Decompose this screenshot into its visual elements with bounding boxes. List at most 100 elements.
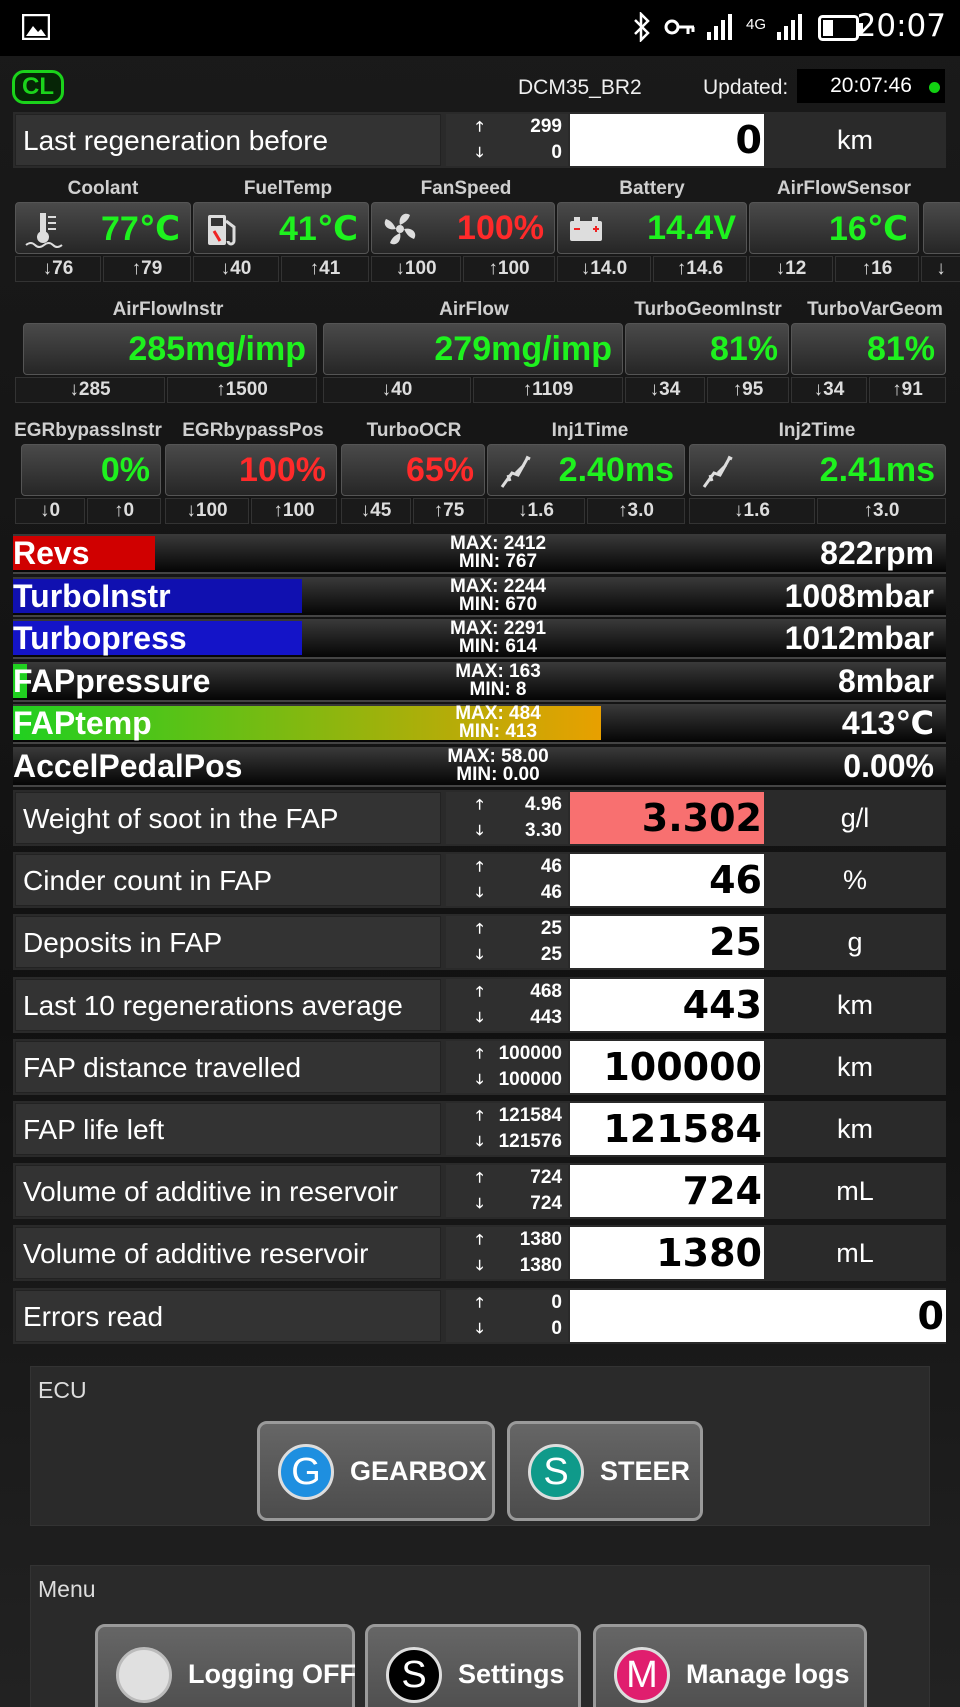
gauge-min-value: 14.0: [590, 258, 628, 279]
bar-value: 0.00%: [843, 748, 934, 784]
row-value: 100000: [570, 1040, 764, 1093]
gauge-min-value: 285: [78, 379, 111, 400]
gauge-airflowsensor[interactable]: 16℃: [749, 202, 919, 254]
bar-revs[interactable]: Revs MAX: 2412 MIN: 767 822rpm: [13, 534, 946, 574]
gauge-egrbypasspos[interactable]: 100%: [165, 444, 337, 496]
gauge-airflow[interactable]: 279mg/imp: [323, 323, 623, 375]
gauge-fueltemp[interactable]: 41℃: [193, 202, 369, 254]
gauge-value: 14.4V: [647, 209, 736, 247]
gauge-value: 81%: [709, 330, 778, 368]
fap-row[interactable]: FAP life left 🡑 🡓 121584 121576 121584 km: [13, 1101, 946, 1157]
fap-row[interactable]: Volume of additive in reservoir 🡑 🡓 724 724 7…: [13, 1163, 946, 1220]
gauge-name: AirFlow: [439, 299, 509, 320]
gauge-value: 100%: [239, 451, 326, 489]
row-unit: g: [847, 927, 863, 958]
gauge-inj1time[interactable]: 2.40ms: [487, 444, 685, 496]
fap-row[interactable]: Volume of additive reservoir 🡑 🡓 1380 1380 13…: [13, 1225, 946, 1282]
gauge-name: FanSpeed: [420, 178, 512, 199]
mode-badge[interactable]: CL: [12, 70, 64, 104]
row-unit: mL: [836, 1176, 874, 1207]
button-label: Manage logs: [686, 1659, 850, 1689]
gauge-min-value: 100: [195, 500, 228, 521]
logging-toggle-button[interactable]: Logging OFF: [95, 1624, 356, 1707]
button-label: STEER: [600, 1456, 691, 1486]
row-unit: %: [842, 865, 867, 896]
menu-panel: Menu Logging OFF S Settings M Manage log…: [30, 1565, 930, 1707]
gauge-max: ↑91: [869, 377, 946, 403]
row-max: 4.96: [525, 794, 562, 815]
bar-label: Revs: [13, 535, 90, 571]
gauge-turbogeominstr[interactable]: 81%: [625, 323, 789, 375]
min-max-box: 🡑 🡓 100000 100000: [446, 1040, 568, 1093]
row-max: 121584: [498, 1105, 562, 1126]
fap-row[interactable]: Errors read 🡑 🡓 0 0 0: [13, 1287, 946, 1344]
bar-value: 1008mbar: [784, 578, 934, 614]
row-label: FAP distance travelled: [15, 1040, 441, 1093]
network-type-label: 4G: [746, 16, 767, 33]
fap-row[interactable]: Deposits in FAP 🡑 🡓 25 25 25 g: [13, 914, 946, 971]
row-value: 25: [570, 916, 764, 969]
gauge-min: ↓0: [15, 498, 85, 524]
bar-min: MIN: 413: [458, 721, 538, 742]
bar-accelpedalpos[interactable]: AccelPedalPos MAX: 58.00 MIN: 0.00 0.00%: [13, 747, 946, 787]
gauge-turbovargeom[interactable]: 81%: [791, 323, 946, 375]
gauge-coolant[interactable]: 77℃: [15, 202, 191, 254]
gauge-fanspeed[interactable]: 100%: [371, 202, 555, 254]
gearbox-button[interactable]: G GEARBOX: [257, 1421, 495, 1521]
fap-row[interactable]: FAP distance travelled 🡑 🡓 100000 100000 1000…: [13, 1038, 946, 1095]
bar-turbopress[interactable]: Turbopress MAX: 2291 MIN: 614 1012mbar: [13, 619, 946, 659]
steer-letter-icon: S: [528, 1444, 584, 1500]
settings-button[interactable]: S Settings: [365, 1624, 581, 1707]
last-regeneration-row[interactable]: Last regeneration before 🡑 🡓 299 0 0 km: [13, 112, 946, 168]
row-min: 0: [551, 1317, 562, 1339]
gauge-min-value: 12: [785, 258, 807, 279]
manage-logs-button[interactable]: M Manage logs: [593, 1624, 867, 1707]
fap-row[interactable]: Weight of soot in the FAP 🡑 🡓 4.96 3.30 3.302…: [13, 790, 946, 846]
row-label: Deposits in FAP: [15, 916, 441, 969]
row-label: Volume of additive reservoir: [15, 1227, 441, 1280]
row-value: 3.302: [570, 792, 764, 844]
gauge-partial: [923, 202, 960, 254]
gauge-min-value: 0: [49, 500, 61, 521]
gauge-max-value: 100: [497, 258, 530, 279]
gauge-inj2time[interactable]: 2.41ms: [689, 444, 946, 496]
row-value: 1380: [570, 1227, 764, 1280]
ecu-panel: ECU G GEARBOX S STEER: [30, 1366, 930, 1526]
arrow-down-icon: 🡓: [476, 1319, 484, 1336]
gauge-max: ↑1500: [167, 377, 317, 403]
gauge-row-2: AirFlowInstr 285mg/imp ↓285 ↑1500 AirFlo…: [13, 293, 960, 405]
bar-faptemp[interactable]: FAPtemp MAX: 484 MIN: 413 413℃: [13, 704, 946, 744]
row-value: 0: [570, 114, 764, 166]
updated-time: 20:07:46: [797, 69, 945, 103]
gauge-max-value: 3.0: [627, 500, 654, 521]
gauge-value: 77℃: [101, 210, 180, 248]
arrow-down-icon: 🡓: [476, 1008, 484, 1025]
app-header: CL DCM35_BR2 Updated: 20:07:46: [0, 58, 960, 112]
fap-row[interactable]: Last 10 regenerations average 🡑 🡓 468 443 443…: [13, 976, 946, 1033]
row-value: 46: [570, 854, 764, 907]
row-label: Errors read: [15, 1289, 441, 1342]
bar-turboinstr[interactable]: TurboInstr MAX: 2244 MIN: 670 1008mbar: [13, 577, 946, 617]
gauge-max-value: 100: [282, 500, 315, 521]
gauge-turboocr[interactable]: 65%: [341, 444, 485, 496]
fap-row[interactable]: Cinder count in FAP 🡑 🡓 46 46 46%: [13, 852, 946, 909]
steer-button[interactable]: S STEER: [507, 1421, 703, 1521]
gauge-max: ↑95: [707, 377, 789, 403]
bar-label: TurboInstr: [13, 578, 171, 614]
row-max: 100000: [498, 1042, 562, 1064]
gauge-name: Coolant: [67, 178, 139, 199]
gauge-min: ↓34: [791, 377, 867, 403]
row-min: 46: [540, 882, 562, 904]
row-unit: mL: [836, 1238, 874, 1269]
gauge-airflowinstr[interactable]: 285mg/imp: [23, 323, 317, 375]
gauge-egrbypassinstr[interactable]: 0%: [21, 444, 161, 496]
bar-value: 1012mbar: [784, 620, 934, 656]
gauge-max: ↑3.0: [817, 498, 946, 524]
gauge-battery[interactable]: 14.4V: [557, 202, 747, 254]
bar-fappressure[interactable]: FAPpressure MAX: 163 MIN: 8 8mbar: [13, 662, 946, 702]
image-notification-icon: [22, 14, 50, 40]
bar-value: 8mbar: [837, 663, 934, 699]
arrow-down-icon: 🡓: [476, 1257, 484, 1274]
row-unit: g/l: [840, 803, 870, 833]
min-max-box: 🡑 🡓 724 724: [446, 1165, 568, 1218]
